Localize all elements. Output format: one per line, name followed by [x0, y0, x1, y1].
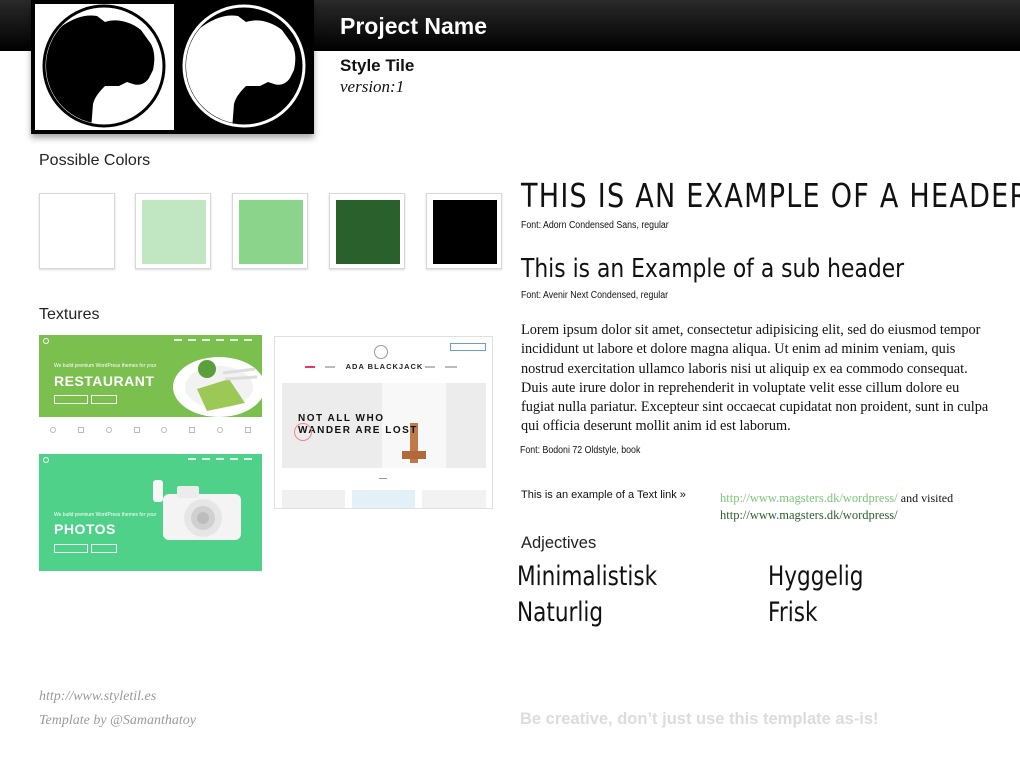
restaurant-logo-icon — [43, 338, 49, 344]
footer-site-link[interactable]: http://www.styletil.es — [39, 689, 156, 705]
ada-grid-item — [352, 490, 415, 508]
ada-nav-item — [445, 366, 457, 368]
text-link-label: This is an example of a Text link » — [521, 489, 686, 501]
ada-hero-image: NOT ALL WHO WANDER ARE LOST — [282, 383, 486, 468]
texture-restaurant-screenshot: We build premium WordPress themes for yo… — [39, 335, 262, 442]
color-swatch-3 — [232, 193, 308, 269]
adjective-1: Minimalistisk — [517, 561, 658, 592]
restaurant-nav — [174, 339, 252, 341]
ada-headline-1: NOT ALL WHO — [298, 413, 385, 424]
header-font-note: Font: Adorn Condensed Sans, regular — [521, 220, 669, 231]
color-swatch-2 — [135, 193, 211, 269]
logo-block — [31, 0, 314, 134]
restaurant-tagline: We build premium WordPress themes for yo… — [54, 363, 157, 369]
visited-link-example[interactable]: http://www.magsters.dk/wordpress/ — [720, 508, 898, 522]
restaurant-cta-button — [54, 395, 88, 404]
ada-grid-item — [282, 490, 345, 508]
ada-buckle — [402, 451, 426, 459]
color-swatch-4 — [329, 193, 405, 269]
text-link-example[interactable]: http://www.magsters.dk/wordpress/ — [720, 491, 898, 505]
photos-secondary-button — [91, 544, 117, 553]
ada-header-button — [450, 343, 486, 351]
adjective-3: Naturlig — [517, 597, 604, 628]
restaurant-title: RESTAURANT — [54, 373, 155, 389]
body-text-example: Lorem ipsum dolor sit amet, consectetur … — [521, 322, 989, 435]
texture-ada-blackjack-screenshot: ADA BLACKJACK NOT ALL WHO WANDER ARE LOS… — [274, 336, 493, 509]
ada-stamp-icon — [294, 423, 312, 441]
ada-headline-2: WANDER ARE LOST — [298, 425, 418, 436]
adjective-4: Frisk — [768, 597, 818, 628]
adjectives-label: Adjectives — [521, 534, 597, 552]
color-swatch-fill — [46, 200, 110, 264]
version-label: version:1 — [340, 77, 405, 96]
texture-photos-screenshot: We build premium WordPress themes for yo… — [39, 454, 262, 571]
restaurant-secondary-button — [91, 395, 117, 404]
ada-grid-item — [422, 490, 486, 508]
photos-cta-button — [54, 544, 88, 553]
header-example: THIS IS AN EXAMPLE OF A HEADER — [521, 176, 1020, 215]
color-swatch-5 — [426, 193, 502, 269]
subheader-font-note: Font: Avenir Next Condensed, regular — [521, 290, 669, 301]
footer-credit: Template by @Samanthatoy — [39, 713, 197, 728]
photos-logo-icon — [43, 457, 49, 463]
ada-logo-icon — [374, 345, 388, 359]
body-font-note: Font: Bodoni 72 Oldstyle, book — [520, 445, 641, 456]
adjective-2: Hyggelig — [768, 561, 864, 592]
color-swatch-1 — [39, 193, 115, 269]
photos-nav — [188, 458, 252, 460]
ada-nav-item — [325, 366, 335, 368]
plate-icon — [173, 357, 262, 417]
restaurant-icon-row — [39, 417, 262, 442]
style-tile-title: Style Tile — [340, 56, 415, 75]
ada-nav-active — [305, 366, 315, 368]
color-swatch-fill — [239, 200, 303, 264]
dog-logo-icon-dark — [42, 4, 166, 128]
color-swatch-fill — [433, 200, 497, 264]
project-name: Project Name — [340, 13, 488, 39]
and-visited-label: and visited — [900, 491, 954, 505]
camera-icon — [153, 480, 241, 540]
footer-note: Be creative, don’t just use this templat… — [520, 710, 879, 728]
subheader-example: This is an Example of a sub header — [521, 254, 905, 284]
textures-section-label: Textures — [39, 306, 100, 323]
color-swatch-fill — [336, 200, 400, 264]
photos-title: PHOTOS — [54, 521, 116, 537]
colors-section-label: Possible Colors — [39, 152, 151, 169]
link-examples: http://www.magsters.dk/wordpress/ and vi… — [720, 490, 1000, 524]
photos-tagline: We build premium WordPress themes for yo… — [54, 512, 157, 518]
color-swatch-fill — [142, 200, 206, 264]
ada-scroll-icon — [379, 476, 387, 479]
ada-nav-item — [425, 366, 435, 368]
dog-logo-icon-light — [182, 4, 306, 128]
